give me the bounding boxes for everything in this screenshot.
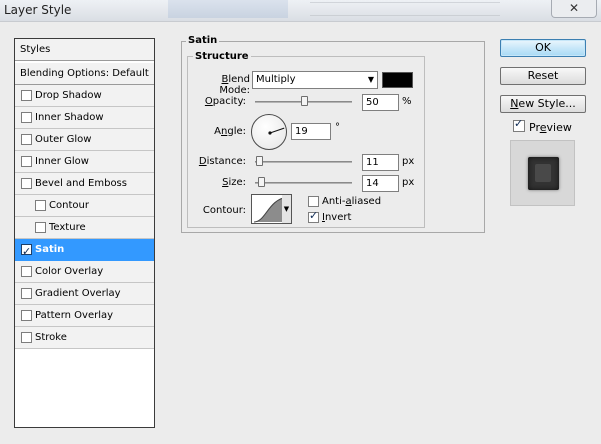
style-item-checkbox[interactable] <box>21 266 32 277</box>
new-style-rest: ew Style... <box>518 97 576 110</box>
distance-input[interactable]: 11 <box>362 154 399 171</box>
distance-slider-thumb[interactable] <box>255 156 263 166</box>
angle-dial-needle-icon <box>268 127 285 135</box>
style-item-checkbox[interactable] <box>21 310 32 321</box>
style-item-label: Gradient Overlay <box>35 288 121 299</box>
distance-slider-track[interactable] <box>255 161 352 163</box>
new-style-button[interactable]: New Style... <box>500 95 586 113</box>
style-item-label: Inner Shadow <box>35 112 104 123</box>
angle-label: Angle: <box>190 126 246 137</box>
opacity-slider-thumb[interactable] <box>300 96 308 106</box>
style-item-stroke[interactable]: Stroke <box>15 327 154 349</box>
style-item-label: Satin <box>35 244 65 255</box>
title-bar: Layer Style ✕ <box>0 0 601 22</box>
blend-mode-label: Blend Mode: <box>219 74 250 96</box>
style-item-label: Drop Shadow <box>35 90 102 101</box>
styles-header[interactable]: Styles <box>15 39 154 61</box>
ok-button[interactable]: OK <box>500 39 586 57</box>
angle-dial[interactable] <box>251 114 287 150</box>
anti-aliased-label-rest: liased <box>351 196 382 207</box>
reset-button[interactable]: Reset <box>500 67 586 85</box>
blend-mode-value: Multiply <box>256 74 296 85</box>
blend-mode-select[interactable]: Multiply ▼ <box>252 71 378 89</box>
style-item-color-overlay[interactable]: Color Overlay <box>15 261 154 283</box>
distance-unit: px <box>402 156 415 167</box>
style-item-checkbox[interactable] <box>21 288 32 299</box>
style-item-inner-glow[interactable]: Inner Glow <box>15 151 154 173</box>
size-label-rest: ize: <box>228 177 246 188</box>
style-item-outer-glow[interactable]: Outer Glow <box>15 129 154 151</box>
style-item-label: Color Overlay <box>35 266 104 277</box>
preview-label-rest: view <box>546 121 572 134</box>
style-item-label: Pattern Overlay <box>35 310 114 321</box>
style-item-checkbox[interactable] <box>35 222 46 233</box>
angle-label-rest: gle: <box>227 126 246 137</box>
satin-group-title: Satin <box>186 35 220 46</box>
satin-color-swatch[interactable] <box>382 72 413 88</box>
opacity-label-rest: pacity: <box>212 96 246 107</box>
style-item-checkbox[interactable] <box>21 90 32 101</box>
anti-aliased-checkbox[interactable] <box>308 196 319 207</box>
background-window-ghost <box>168 0 288 18</box>
style-item-label: Bevel and Emboss <box>35 178 127 189</box>
angle-unit: ° <box>335 122 340 133</box>
style-item-contour[interactable]: Contour <box>15 195 154 217</box>
styles-list-panel: Styles Blending Options: Default Drop Sh… <box>14 38 155 428</box>
anti-aliased-label-first: Anti- <box>322 196 346 207</box>
style-item-checkbox[interactable] <box>35 200 46 211</box>
style-item-label: Outer Glow <box>35 134 92 145</box>
style-preview-thumbnail <box>510 140 575 206</box>
size-label: Size: <box>222 177 246 188</box>
window-title: Layer Style <box>4 3 72 17</box>
style-item-label: Inner Glow <box>35 156 89 167</box>
style-item-checkbox[interactable] <box>21 241 32 262</box>
size-slider-thumb[interactable] <box>257 177 265 187</box>
style-item-label: Contour <box>49 200 89 211</box>
style-item-pattern-overlay[interactable]: Pattern Overlay <box>15 305 154 327</box>
style-item-label: Texture <box>49 222 86 233</box>
blending-options-item[interactable]: Blending Options: Default <box>15 63 154 85</box>
style-item-checkbox[interactable] <box>21 178 32 189</box>
close-button[interactable]: ✕ <box>551 0 597 18</box>
invert-checkbox[interactable] <box>308 209 319 223</box>
style-item-bevel-and-emboss[interactable]: Bevel and Emboss <box>15 173 154 195</box>
style-item-gradient-overlay[interactable]: Gradient Overlay <box>15 283 154 305</box>
opacity-label: Opacity: <box>204 96 246 107</box>
style-item-satin[interactable]: Satin <box>15 239 154 262</box>
style-item-checkbox[interactable] <box>21 156 32 167</box>
style-item-label: Stroke <box>35 332 67 343</box>
size-input[interactable]: 14 <box>362 175 399 192</box>
size-slider-track[interactable] <box>255 182 352 184</box>
background-window-ghost <box>310 2 500 16</box>
effects-list: Drop Shadow Inner Shadow Outer Glow Inner G… <box>15 85 154 349</box>
angle-label-first: A <box>214 126 221 137</box>
distance-label: Distance: <box>198 156 246 167</box>
anti-aliased-label: Anti-aliased <box>322 196 381 207</box>
style-item-inner-shadow[interactable]: Inner Shadow <box>15 107 154 129</box>
structure-group-title: Structure <box>193 51 251 62</box>
dropdown-arrow-icon: ▼ <box>367 75 374 84</box>
style-item-texture[interactable]: Texture <box>15 217 154 239</box>
preview-label-underlined: e <box>539 121 547 134</box>
style-item-drop-shadow[interactable]: Drop Shadow <box>15 85 154 107</box>
preview-swatch <box>528 157 559 190</box>
invert-label-rest: nvert <box>324 212 352 223</box>
distance-label-rest: istance: <box>206 156 246 167</box>
preview-label-first: Pr <box>529 121 540 134</box>
invert-label: Invert <box>322 212 352 223</box>
preview-label: Preview <box>529 121 572 134</box>
contour-label: Contour: <box>202 205 246 216</box>
style-item-checkbox[interactable] <box>21 112 32 123</box>
size-unit: px <box>402 177 415 188</box>
contour-dropdown-arrow-icon[interactable]: ▼ <box>282 194 292 224</box>
preview-checkbox[interactable] <box>513 117 525 132</box>
opacity-unit: % <box>402 96 412 107</box>
angle-input[interactable]: 19 <box>291 123 331 140</box>
layer-style-dialog: Layer Style ✕ Styles Blending Options: D… <box>0 0 601 444</box>
opacity-input[interactable]: 50 <box>362 94 399 111</box>
style-item-checkbox[interactable] <box>21 134 32 145</box>
style-item-checkbox[interactable] <box>21 332 32 343</box>
